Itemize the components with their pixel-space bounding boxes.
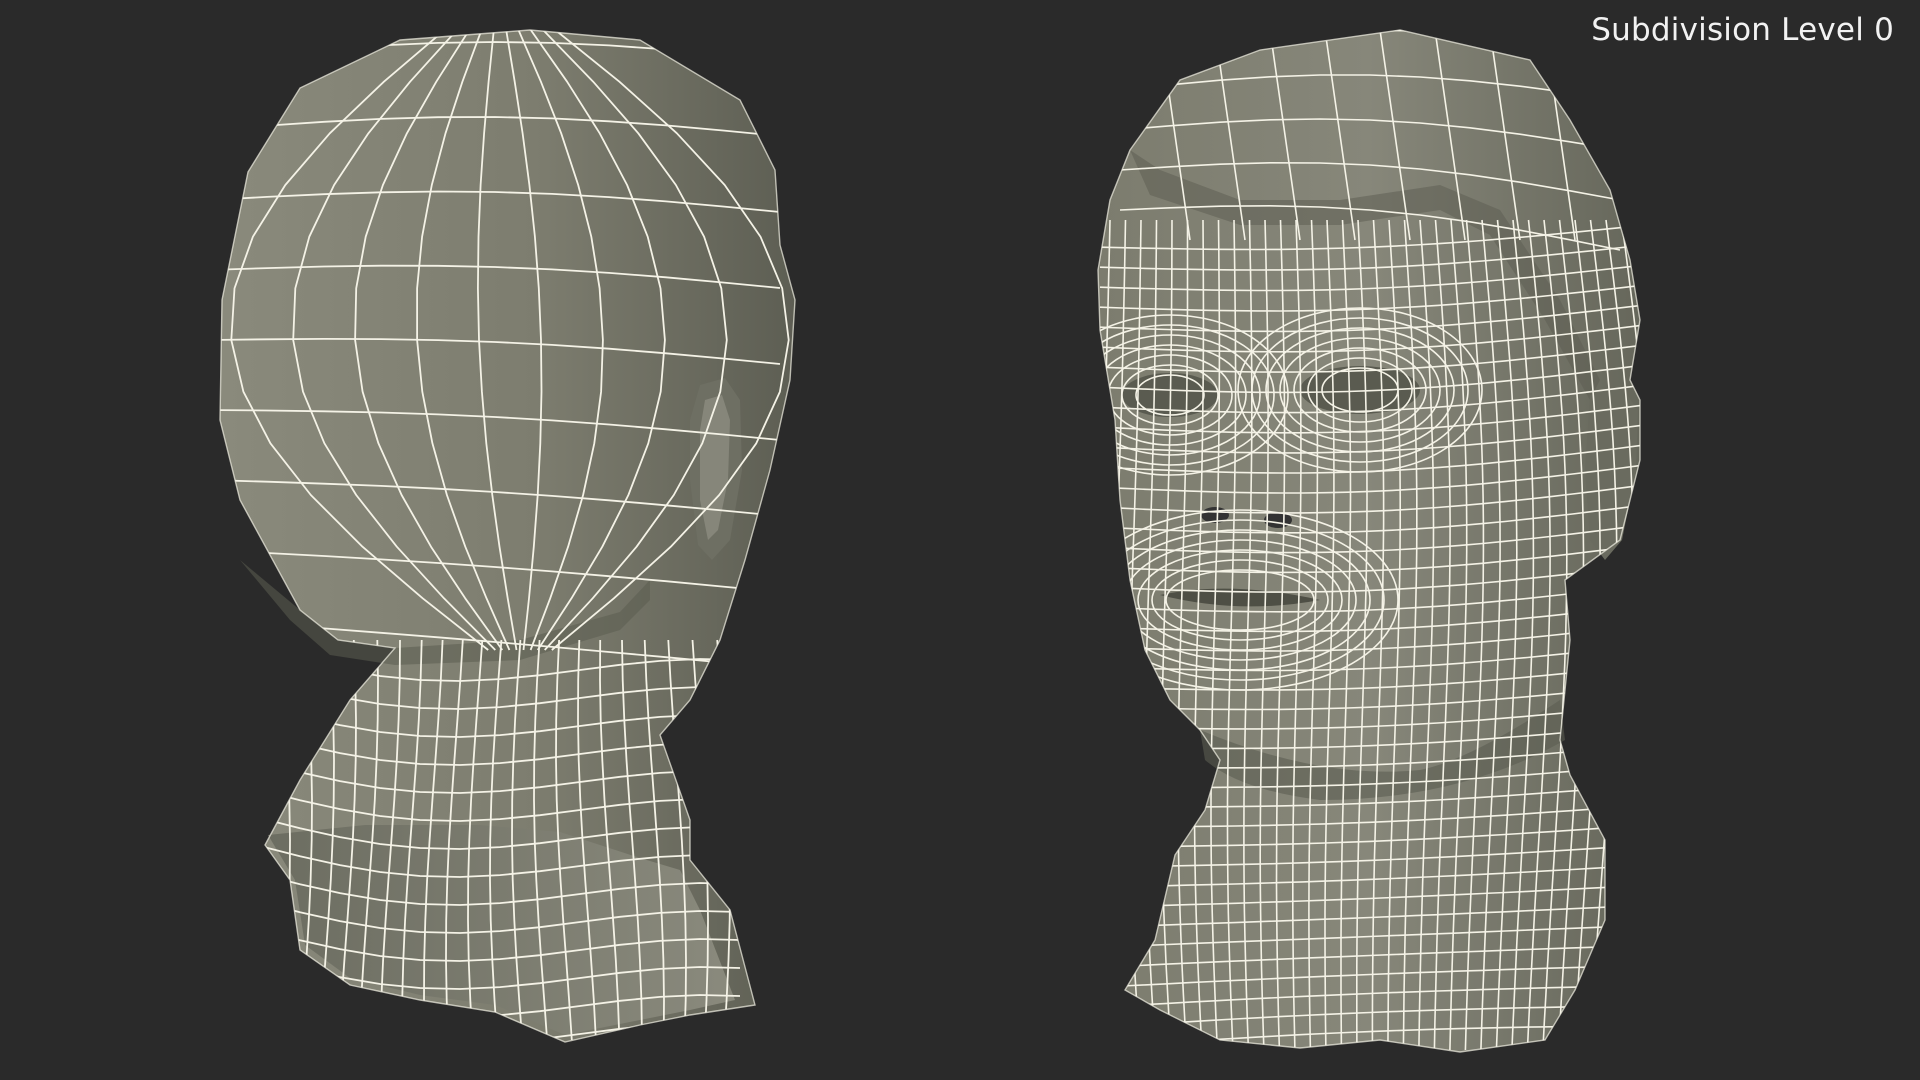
subdivision-level-label: Subdivision Level 0 [1591, 12, 1894, 48]
head-back-view [219, 29, 796, 1043]
3d-viewport[interactable]: Subdivision Level 0 [0, 0, 1920, 1080]
render-scene [219, 29, 1641, 1053]
head-front-view [1097, 29, 1641, 1053]
